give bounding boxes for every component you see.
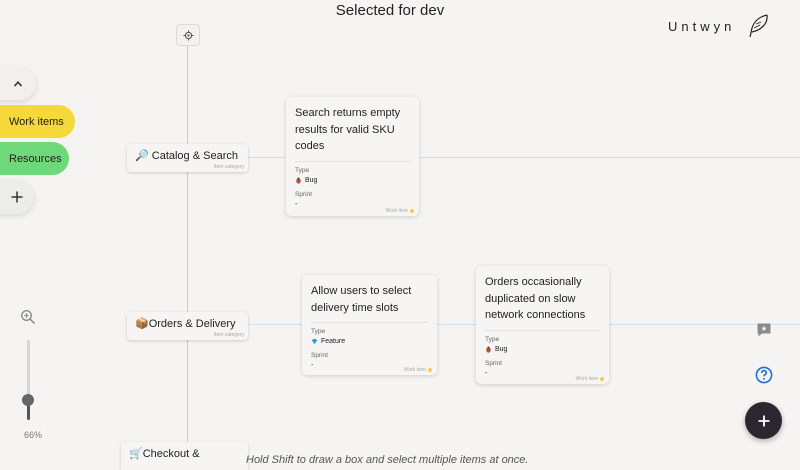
type-label: Type [295,166,310,174]
help-icon[interactable] [755,366,773,384]
card-title: Search returns empty results for valid S… [295,107,401,152]
card-title: Orders occasionally duplicated on slow n… [485,276,586,321]
type-value: Bug [485,346,600,353]
plus-icon [11,191,23,203]
card-footer: Work item [386,208,414,214]
work-items-button[interactable]: Work items [0,105,75,138]
type-label: Type [485,335,500,343]
sprint-label: Sprint [295,190,312,198]
type-value: Feature [311,338,428,345]
timeline-line [187,44,188,470]
bug-icon [486,345,491,353]
status-dot-icon [600,377,604,381]
page-title: Selected for dev [335,2,445,19]
sprint-value: - [295,200,298,208]
card-footer: Work item [404,367,432,373]
type-value-text: Bug [495,345,508,353]
card-divider [485,329,600,331]
category-checkout[interactable]: 🛒Checkout & [121,442,248,470]
category-catalog-search[interactable]: 🔎 Catalog & Search Item category [127,144,248,172]
category-label: 🔎 Catalog & Search [135,150,238,162]
category-label: 📦Orders & Delivery [135,318,236,330]
category-sub-label: Item category [213,164,244,170]
feedback-icon[interactable] [756,322,772,338]
zoom-slider-thumb[interactable] [22,394,34,406]
collapse-nav-button[interactable] [0,67,36,100]
category-orders-delivery[interactable]: 📦Orders & Delivery Item category [127,312,248,340]
add-nav-button[interactable] [0,180,34,214]
work-item-card[interactable]: Allow users to select delivery time slot… [302,275,437,375]
board-canvas[interactable]: Selected for dev Untwyn Work items Resou… [0,0,800,470]
card-footer-label: Work item [385,208,408,214]
status-dot-icon [410,209,414,213]
brand-logo-text: Untwyn [668,19,736,34]
chevron-up-icon [13,80,23,87]
bug-icon [296,176,301,184]
card-title: Allow users to select delivery time slot… [311,285,412,314]
zoom-level-label: 66% [23,430,42,440]
type-value: Bug [295,177,410,184]
add-item-button[interactable] [745,402,782,439]
card-footer: Work item [576,376,604,382]
category-label: 🛒Checkout & [129,448,200,460]
card-divider [311,322,428,323]
card-footer-label: Work item [575,376,598,382]
feather-icon [749,14,768,38]
selection-hint: Hold Shift to draw a box and select mult… [246,454,529,466]
gem-icon [311,338,318,345]
zoom-icon[interactable] [20,309,36,325]
plus-icon [758,415,769,426]
work-item-card[interactable]: Search returns empty results for valid S… [286,97,419,216]
locate-button[interactable] [176,24,200,46]
work-item-card[interactable]: Orders occasionally duplicated on slow n… [476,266,609,384]
status-dot-icon [428,368,432,372]
resources-button[interactable]: Resources [0,142,69,175]
category-sub-label: Item category [213,332,244,338]
card-footer-label: Work item [403,367,426,373]
crosshair-icon [182,29,194,41]
type-value-text: Bug [305,176,318,184]
type-label: Type [311,328,326,335]
card-divider [295,160,410,162]
type-value-text: Feature [321,338,346,345]
sprint-label: Sprint [485,359,502,367]
sprint-label: Sprint [311,352,328,359]
